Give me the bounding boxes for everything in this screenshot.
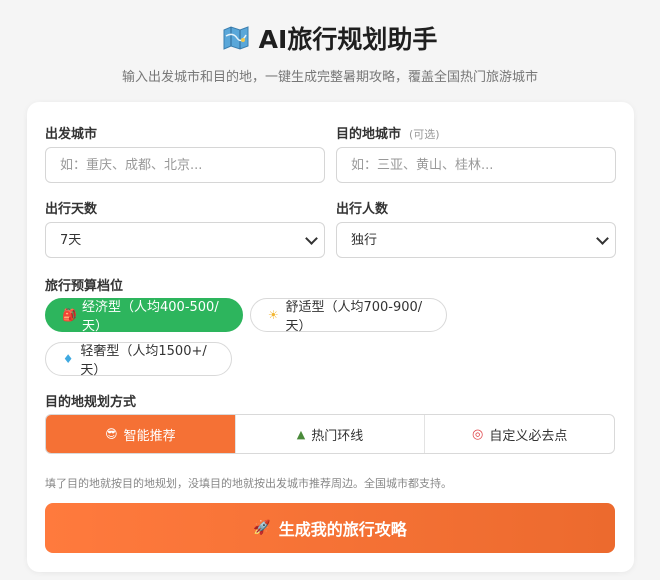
title-text: AI旅行规划助手 (258, 25, 438, 54)
generate-plan-label: 生成我的旅行攻略 (278, 520, 407, 539)
mode-label: 目的地规划方式 (45, 395, 137, 410)
budget-option-comfort[interactable]: ☀ 舒适型（人均700-900/天） (250, 298, 447, 334)
subtitle: 输入出发城市和目的地，一键生成完整暑期攻略，覆盖全国热门旅游城市 (121, 70, 538, 85)
budget-label: 旅行预算档位 (45, 279, 124, 294)
days-label: 出行天数 (45, 202, 98, 217)
mode-segmented-control: 😎 智能推荐 ▲ 热门环线 ◎ 自定义必去点 (45, 414, 615, 454)
mode-option-label: 自定义必去点 (489, 428, 568, 444)
header: AI旅行规划助手 输入出发城市和目的地，一键生成完整暑期攻略，覆盖全国热门旅游城… (0, 0, 660, 85)
backpack-icon: 🎒 (62, 308, 77, 322)
departure-input[interactable] (45, 147, 325, 183)
mode-option-loop[interactable]: ▲ 热门环线 (234, 415, 425, 453)
diamond-icon: ♦ (62, 352, 74, 366)
planner-form-card: 出发城市 目的地城市(可选) 出行天数 7天 出行人数 独行 旅行预算档位 🎒 … (27, 102, 634, 572)
optional-note: (可选) (409, 128, 440, 141)
sun-icon: ☀ (267, 308, 279, 322)
people-label: 出行人数 (336, 202, 389, 217)
mode-option-smart[interactable]: 😎 智能推荐 (46, 415, 235, 453)
people-select[interactable]: 独行 (336, 222, 616, 258)
budget-option-luxury[interactable]: ♦ 轻奢型（人均1500+/天） (45, 342, 232, 378)
budget-option-label: 轻奢型（人均1500+/天） (80, 344, 207, 378)
departure-label: 出发城市 (45, 127, 98, 142)
budget-option-label: 经济型（人均400-500/天） (82, 300, 219, 334)
hint-text: 填了目的地就按目的地规划，没填目的地就按出发城市推荐周边。全国城市都支持。 (45, 477, 452, 490)
target-icon: ◎ (472, 426, 484, 442)
days-select[interactable]: 7天 (45, 222, 325, 258)
mode-option-label: 热门环线 (311, 428, 364, 444)
sunglasses-icon: 😎 (105, 427, 118, 441)
rocket-icon: 🚀 (253, 520, 271, 536)
page-title: AI旅行规划助手 (0, 18, 660, 58)
destination-input[interactable] (336, 147, 616, 183)
budget-option-economy[interactable]: 🎒 经济型（人均400-500/天） (45, 298, 243, 334)
map-icon (223, 26, 249, 50)
mode-option-label: 智能推荐 (123, 428, 176, 444)
generate-plan-button[interactable]: 🚀 生成我的旅行攻略 (45, 503, 615, 553)
mountain-icon: ▲ (296, 427, 306, 441)
mode-option-custom[interactable]: ◎ 自定义必去点 (424, 415, 614, 453)
destination-label: 目的地城市 (可选) (336, 127, 440, 142)
budget-option-label: 舒适型（人均700-900/天） (285, 300, 423, 334)
